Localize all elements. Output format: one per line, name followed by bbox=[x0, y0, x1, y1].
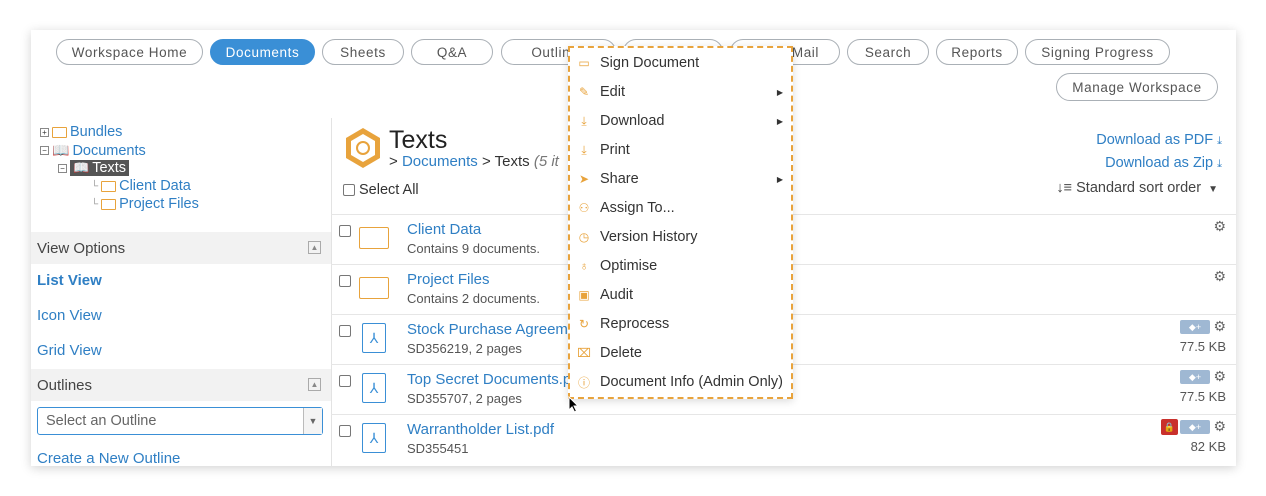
gear-icon[interactable]: ⚙ bbox=[1213, 418, 1226, 435]
list-item[interactable]: ⅄ Warrantholder List.pdf SD355451 🔒 ◆+ ⚙… bbox=[331, 414, 1236, 465]
folder-icon bbox=[359, 227, 389, 249]
collapse-icon[interactable]: − bbox=[58, 163, 67, 173]
pdf-file-icon: ⅄ bbox=[362, 373, 386, 403]
list-view-link[interactable]: List View bbox=[37, 272, 102, 289]
collapse-icon[interactable]: − bbox=[40, 146, 49, 155]
lock-icon[interactable]: 🔒 bbox=[1161, 419, 1178, 435]
collapse-panel-icon[interactable]: ▲ bbox=[308, 378, 321, 391]
book-icon: 📖 bbox=[73, 160, 90, 175]
folder-icon bbox=[101, 180, 117, 192]
row-checkbox[interactable] bbox=[339, 375, 351, 387]
users-icon: ⚇ bbox=[578, 201, 590, 215]
breadcrumb-documents[interactable]: Documents bbox=[402, 153, 478, 170]
sort-dropdown[interactable]: ↓≡ Standard sort order ▼ bbox=[1056, 180, 1218, 196]
tag-icon[interactable]: ◆+ bbox=[1180, 320, 1210, 334]
select-all-checkbox[interactable] bbox=[343, 184, 355, 196]
history-icon: ◷ bbox=[578, 230, 590, 244]
grid-view-link[interactable]: Grid View bbox=[37, 342, 102, 359]
chevron-right-icon: ▶ bbox=[776, 87, 783, 97]
chevron-right-icon: ▶ bbox=[776, 174, 783, 184]
tree-item-texts[interactable]: − 📖 Texts bbox=[58, 160, 130, 176]
menu-item-audit[interactable]: ▣ Audit bbox=[576, 282, 785, 308]
texts-folder-logo-icon bbox=[346, 128, 380, 168]
create-outline-link[interactable]: Create a New Outline bbox=[37, 450, 180, 466]
select-all[interactable]: Select All bbox=[343, 182, 419, 198]
row-checkbox[interactable] bbox=[339, 225, 351, 237]
menu-item-sign-document[interactable]: ▭ Sign Document bbox=[576, 50, 785, 76]
pencil-icon: ✎ bbox=[578, 85, 590, 99]
gear-icon[interactable]: ⚙ bbox=[1213, 368, 1226, 385]
manage-workspace-button[interactable]: Manage Workspace bbox=[1056, 73, 1218, 101]
menu-item-version-history[interactable]: ◷ Version History bbox=[576, 224, 785, 250]
tab-sheets[interactable]: Sheets bbox=[322, 39, 404, 65]
collapse-panel-icon[interactable]: ▲ bbox=[308, 241, 321, 254]
folder-icon bbox=[101, 198, 117, 210]
info-icon: ⓘ bbox=[577, 375, 590, 390]
row-checkbox[interactable] bbox=[339, 325, 351, 337]
menu-item-print[interactable]: ⤓ Print bbox=[576, 137, 785, 163]
menu-item-optimise[interactable]: ♁ Optimise bbox=[576, 253, 785, 279]
icon-view-link[interactable]: Icon View bbox=[37, 307, 102, 324]
breadcrumb: > Documents > Texts (5 it bbox=[389, 153, 559, 170]
menu-item-delete[interactable]: ⌧ Delete bbox=[576, 340, 785, 366]
gear-icon[interactable]: ⚙ bbox=[1213, 218, 1226, 235]
folder-icon bbox=[52, 126, 67, 138]
print-icon: ⤓ bbox=[581, 142, 587, 157]
chevron-down-icon[interactable]: ▼ bbox=[303, 408, 322, 434]
tree-line-icon: └ bbox=[91, 180, 99, 192]
tab-documents[interactable]: Documents bbox=[210, 39, 315, 65]
row-checkbox[interactable] bbox=[339, 275, 351, 287]
tree-item-documents[interactable]: − 📖 Documents bbox=[40, 142, 146, 159]
tab-signing-progress[interactable]: Signing Progress bbox=[1025, 39, 1170, 65]
pdf-file-icon: ⅄ bbox=[362, 423, 386, 453]
sort-icon: ↓≡ bbox=[1056, 180, 1073, 196]
row-checkbox[interactable] bbox=[339, 425, 351, 437]
tab-reports[interactable]: Reports bbox=[936, 39, 1018, 65]
download-icon: ⤓ bbox=[1217, 158, 1222, 170]
book-icon: 📖 bbox=[52, 142, 70, 158]
chevron-right-icon: ▶ bbox=[776, 116, 783, 126]
gear-icon[interactable]: ⚙ bbox=[1213, 268, 1226, 285]
tag-icon[interactable]: ◆+ bbox=[1180, 370, 1210, 384]
menu-item-edit[interactable]: ✎ Edit ▶ bbox=[576, 79, 785, 105]
download-pdf-link[interactable]: Download as PDF ⤓ bbox=[1096, 132, 1222, 148]
page-title: Texts bbox=[389, 126, 448, 154]
tree-item-project-files[interactable]: └ Project Files bbox=[91, 196, 199, 212]
mouse-cursor-icon bbox=[568, 396, 580, 413]
chevron-down-icon: ▼ bbox=[1208, 184, 1218, 195]
view-options-header[interactable]: View Options ▲ bbox=[31, 232, 331, 264]
tag-icon[interactable]: ◆+ bbox=[1180, 420, 1210, 434]
download-icon: ⤓ bbox=[1217, 135, 1222, 147]
outline-select[interactable]: Select an Outline ▼ bbox=[37, 407, 323, 435]
refresh-icon: ↻ bbox=[578, 317, 590, 331]
expand-icon[interactable]: + bbox=[40, 127, 49, 137]
pdf-file-icon: ⅄ bbox=[362, 323, 386, 353]
tree-item-bundles[interactable]: + Bundles bbox=[40, 124, 122, 140]
document-context-menu: ▭ Sign Document ✎ Edit ▶ ⤓ Download ▶ ⤓ Print … bbox=[568, 46, 793, 399]
gear-icon[interactable]: ⚙ bbox=[1213, 318, 1226, 335]
audit-icon: ▣ bbox=[578, 288, 590, 302]
tree-line-icon: └ bbox=[91, 198, 99, 210]
menu-item-assign-to[interactable]: ⚇ Assign To... bbox=[576, 195, 785, 221]
tree-item-client-data[interactable]: └ Client Data bbox=[91, 178, 191, 194]
menu-item-share[interactable]: ➤ Share ▶ bbox=[576, 166, 785, 192]
folder-icon bbox=[359, 277, 389, 299]
download-zip-link[interactable]: Download as Zip ⤓ bbox=[1105, 155, 1222, 171]
tab-workspace-home[interactable]: Workspace Home bbox=[56, 39, 203, 65]
tab-qa[interactable]: Q&A bbox=[411, 39, 493, 65]
menu-item-download[interactable]: ⤓ Download ▶ bbox=[576, 108, 785, 134]
menu-item-reprocess[interactable]: ↻ Reprocess bbox=[576, 311, 785, 337]
lightbulb-icon: ♁ bbox=[579, 259, 589, 273]
folder-icon: ▭ bbox=[578, 56, 590, 70]
trash-icon: ⌧ bbox=[577, 346, 591, 360]
download-icon: ⤓ bbox=[581, 113, 587, 128]
send-icon: ➤ bbox=[578, 172, 590, 186]
menu-item-document-info[interactable]: ⓘ Document Info (Admin Only) bbox=[576, 369, 785, 395]
tab-search[interactable]: Search bbox=[847, 39, 929, 65]
outlines-header[interactable]: Outlines ▲ bbox=[31, 369, 331, 401]
